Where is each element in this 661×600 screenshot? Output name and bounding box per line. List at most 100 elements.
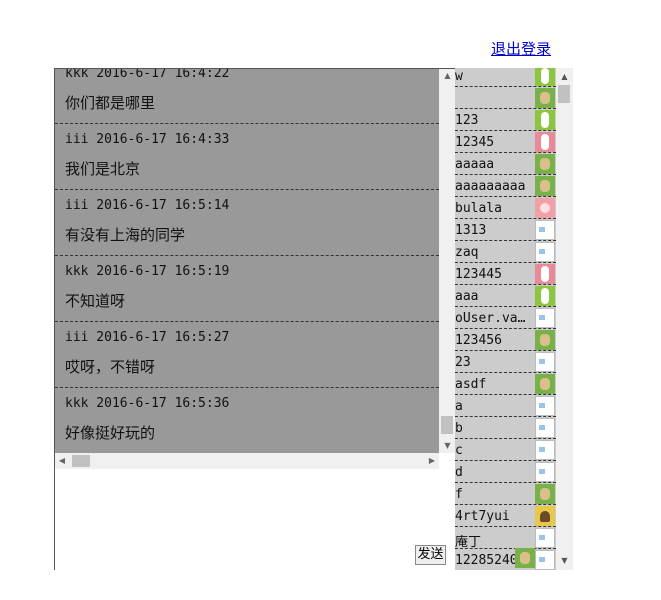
scrollbar-corner — [439, 453, 456, 469]
user-name: d — [455, 465, 463, 480]
message-meta: iii 2016-6-17 16:4:33 — [65, 132, 230, 147]
user-name: 123 — [455, 113, 479, 128]
message-list: kkk 2016-6-17 16:4:22 你们都是哪里 iii 2016-6-… — [55, 69, 439, 453]
user-list-item[interactable] — [455, 87, 556, 109]
broken-image-icon — [535, 528, 555, 548]
scroll-down-arrow-icon[interactable]: ▼ — [556, 554, 573, 568]
green-character-icon — [515, 548, 535, 568]
rabbit-pink-icon — [535, 264, 555, 284]
message-input[interactable]: 发送 — [55, 469, 455, 571]
user-name: w — [455, 69, 463, 84]
user-list-item[interactable]: aaaaa — [455, 153, 556, 175]
user-name: zaq — [455, 245, 479, 260]
user-name: 4rt7yui — [455, 509, 510, 524]
message-text: 好像挺好玩的 — [65, 424, 156, 442]
message-item: kkk 2016-6-17 16:5:36 好像挺好玩的 — [55, 388, 439, 453]
broken-image-icon — [535, 220, 555, 240]
chat-panel: kkk 2016-6-17 16:4:22 你们都是哪里 iii 2016-6-… — [54, 68, 456, 571]
broken-image-icon — [535, 352, 555, 372]
message-meta: iii 2016-6-17 16:5:14 — [65, 198, 230, 213]
broken-image-icon — [535, 550, 555, 570]
scrollbar-thumb[interactable] — [558, 85, 570, 103]
user-name: bulala — [455, 201, 502, 216]
rabbit-pink-icon — [535, 132, 555, 152]
message-meta: kkk 2016-6-17 16:4:22 — [65, 69, 230, 81]
green-character-icon — [535, 484, 555, 504]
message-text: 不知道呀 — [65, 292, 126, 310]
user-list-item[interactable]: f — [455, 483, 556, 505]
user-list-item[interactable]: zaq — [455, 241, 556, 263]
rabbit-green-icon — [535, 286, 555, 306]
broken-image-icon — [535, 308, 555, 328]
message-item: iii 2016-6-17 16:4:33 我们是北京 — [55, 124, 439, 190]
user-list-item[interactable]: 123445 — [455, 263, 556, 285]
green-character-icon — [535, 88, 555, 108]
scroll-down-arrow-icon[interactable]: ▼ — [439, 439, 456, 453]
message-item: kkk 2016-6-17 16:5:19 不知道呀 — [55, 256, 439, 322]
user-name: oUser.va… — [455, 311, 526, 326]
message-item: iii 2016-6-17 16:5:27 哎呀，不错呀 — [55, 322, 439, 388]
message-list-vertical-scrollbar[interactable]: ▲ ▼ — [439, 69, 456, 453]
user-list-item[interactable]: 23 — [455, 351, 556, 373]
user-list-item[interactable]: 12285240… — [455, 549, 556, 570]
scroll-left-arrow-icon[interactable]: ◀ — [55, 453, 69, 469]
scroll-up-arrow-icon[interactable]: ▲ — [439, 69, 456, 83]
message-meta: iii 2016-6-17 16:5:27 — [65, 330, 230, 345]
scroll-up-arrow-icon[interactable]: ▲ — [556, 70, 573, 84]
user-list-item[interactable]: aaaaaaaaa — [455, 175, 556, 197]
user-name: 1313 — [455, 223, 487, 238]
user-name: 123445 — [455, 267, 502, 282]
message-meta: kkk 2016-6-17 16:5:19 — [65, 264, 230, 279]
rabbit-green-icon — [535, 110, 555, 130]
pink-character-icon — [535, 198, 555, 218]
send-button[interactable]: 发送 — [415, 545, 446, 565]
user-list-item[interactable]: aaa — [455, 285, 556, 307]
user-list-item[interactable]: 123456 — [455, 329, 556, 351]
user-name: a — [455, 399, 463, 414]
user-list-item[interactable]: b — [455, 417, 556, 439]
user-name: 12345 — [455, 135, 495, 150]
user-list-item[interactable]: a — [455, 395, 556, 417]
user-name: 23 — [455, 355, 471, 370]
rabbit-green-icon — [535, 68, 555, 86]
message-meta: kkk 2016-6-17 16:5:36 — [65, 396, 230, 411]
user-list-item[interactable]: d — [455, 461, 556, 483]
broken-image-icon — [535, 242, 555, 262]
user-list-item[interactable]: c — [455, 439, 556, 461]
message-list-horizontal-scrollbar[interactable]: ◀ ▶ — [55, 453, 439, 469]
broken-image-icon — [535, 396, 555, 416]
user-list-item[interactable]: 12345 — [455, 131, 556, 153]
broken-image-icon — [535, 418, 555, 438]
message-text: 有没有上海的同学 — [65, 226, 186, 244]
message-item: iii 2016-6-17 16:5:14 有没有上海的同学 — [55, 190, 439, 256]
user-name: f — [455, 487, 463, 502]
user-list-item[interactable]: oUser.va… — [455, 307, 556, 329]
scroll-right-arrow-icon[interactable]: ▶ — [425, 453, 439, 469]
user-name: aaa — [455, 289, 479, 304]
user-list-item[interactable]: 庵丁 — [455, 527, 556, 550]
message-text: 你们都是哪里 — [65, 94, 156, 112]
online-user-list: w 123 12345 aaaaa aaaaaaaaa bulala 1313 zaq 1234… — [455, 68, 556, 570]
user-list-item[interactable]: bulala — [455, 197, 556, 219]
user-name: asdf — [455, 377, 487, 392]
message-text: 我们是北京 — [65, 160, 141, 178]
user-list-item[interactable]: asdf — [455, 373, 556, 395]
user-list-item[interactable]: w — [455, 68, 556, 87]
scrollbar-thumb[interactable] — [441, 416, 453, 434]
logout-link[interactable]: 退出登录 — [491, 38, 551, 59]
user-list-item[interactable]: 123 — [455, 109, 556, 131]
green-character-icon — [535, 330, 555, 350]
broken-image-icon — [535, 462, 555, 482]
green-character-icon — [535, 374, 555, 394]
user-name: b — [455, 421, 463, 436]
user-list-item[interactable]: 4rt7yui — [455, 505, 556, 527]
user-list-item[interactable]: 1313 — [455, 219, 556, 241]
user-name: aaaaaaaaa — [455, 179, 526, 194]
scrollbar-thumb[interactable] — [72, 455, 90, 467]
yellow-character-icon — [535, 506, 555, 526]
message-text: 哎呀，不错呀 — [65, 358, 156, 376]
user-name: 123456 — [455, 333, 502, 348]
user-list-vertical-scrollbar[interactable]: ▲ ▼ — [556, 68, 573, 570]
green-character-icon — [535, 176, 555, 196]
user-name: aaaaa — [455, 157, 495, 172]
